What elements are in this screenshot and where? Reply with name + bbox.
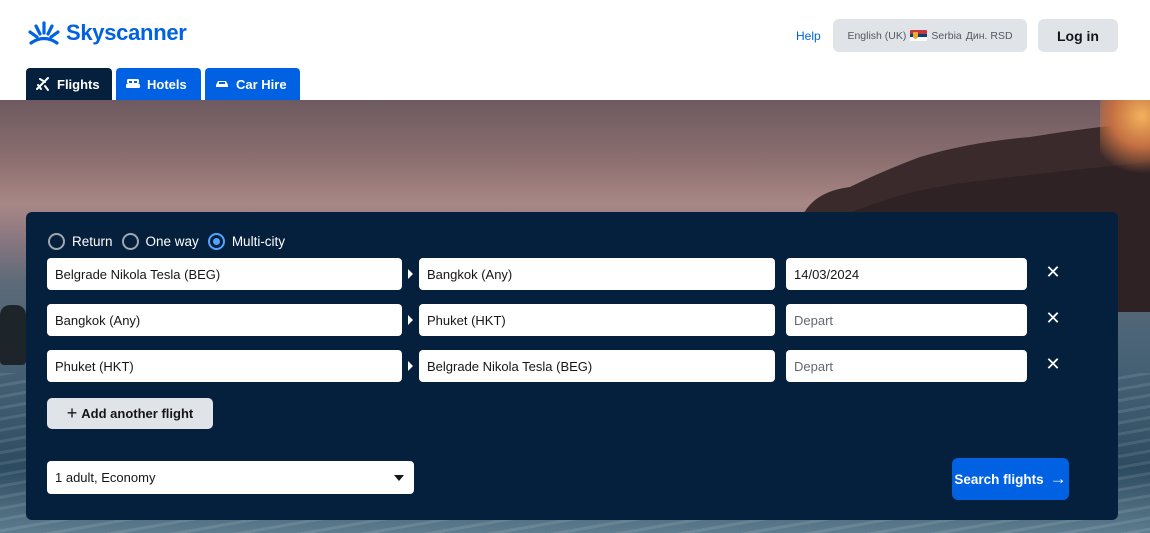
sun-glow bbox=[1100, 100, 1150, 180]
radio-label: Return bbox=[72, 234, 113, 249]
brand-name: Skyscanner bbox=[66, 20, 187, 45]
leg-2-direction-arrow-icon bbox=[408, 315, 413, 325]
travellers-cabin-select[interactable]: 1 adult, Economy bbox=[47, 461, 414, 494]
sunrise-logo-icon bbox=[28, 21, 60, 45]
leg-2-depart-input[interactable]: Depart bbox=[786, 304, 1027, 336]
tab-label: Hotels bbox=[147, 76, 187, 92]
tab-car-hire[interactable]: Car Hire bbox=[205, 68, 300, 100]
add-flight-label: Add another flight bbox=[81, 406, 194, 421]
leg-2-from-input[interactable]: Bangkok (Any) bbox=[47, 304, 402, 336]
flight-search-panel: Return One way Multi-city Belgrade Nikol… bbox=[26, 212, 1118, 520]
radio-return[interactable]: Return bbox=[48, 233, 113, 250]
radio-multi-city[interactable]: Multi-city bbox=[207, 233, 286, 250]
login-button[interactable]: Log in bbox=[1038, 19, 1118, 52]
leg-2-remove-close-icon[interactable]: ✕ bbox=[1043, 308, 1063, 328]
language-label: English (UK) bbox=[847, 29, 907, 42]
trip-type-selector: Return One way Multi-city bbox=[48, 233, 294, 250]
search-flights-button[interactable]: Search flights → bbox=[952, 458, 1069, 500]
leg-2-to-input[interactable]: Phuket (HKT) bbox=[419, 304, 775, 336]
leg-3-direction-arrow-icon bbox=[408, 361, 413, 371]
leg-1-from-input[interactable]: Belgrade Nikola Tesla (BEG) bbox=[47, 258, 402, 290]
locale-selector-button[interactable]: English (UK) Serbia Дин. RSD bbox=[833, 19, 1027, 52]
chevron-down-icon bbox=[394, 475, 404, 481]
tab-flights[interactable]: Flights bbox=[26, 68, 112, 100]
site-header: Skyscanner Help English (UK) Serbia Дин.… bbox=[0, 0, 1150, 100]
car-icon bbox=[216, 81, 228, 87]
leg-3-depart-input[interactable]: Depart bbox=[786, 350, 1027, 382]
radio-label: One way bbox=[145, 234, 199, 249]
serbia-flag-icon bbox=[910, 30, 928, 41]
leg-3-to-input[interactable]: Belgrade Nikola Tesla (BEG) bbox=[419, 350, 775, 382]
leg-3-remove-close-icon[interactable]: ✕ bbox=[1043, 354, 1063, 374]
leg-3-from-input[interactable]: Phuket (HKT) bbox=[47, 350, 402, 382]
tab-label: Flights bbox=[57, 76, 100, 92]
bed-icon bbox=[126, 79, 140, 88]
product-tabs: Flights Hotels Car Hire bbox=[26, 68, 300, 100]
skyscanner-logo[interactable]: Skyscanner bbox=[28, 20, 187, 46]
radio-one-way[interactable]: One way bbox=[121, 233, 199, 250]
leg-1-depart-input[interactable]: 14/03/2024 bbox=[786, 258, 1027, 290]
radio-circle-selected bbox=[207, 233, 225, 250]
currency-label: Дин. RSD bbox=[965, 29, 1013, 42]
plus-icon: + bbox=[66, 402, 78, 423]
leg-1-remove-close-icon[interactable]: ✕ bbox=[1043, 262, 1063, 282]
travellers-value: 1 adult, Economy bbox=[55, 470, 156, 485]
leg-1-direction-arrow-icon bbox=[408, 269, 413, 279]
radio-label: Multi-city bbox=[231, 234, 286, 249]
leg-1-to-input[interactable]: Bangkok (Any) bbox=[419, 258, 775, 290]
radio-circle bbox=[121, 233, 139, 250]
tab-hotels[interactable]: Hotels bbox=[116, 68, 201, 100]
search-label: Search flights bbox=[954, 471, 1044, 487]
help-link[interactable]: Help bbox=[796, 29, 821, 43]
add-another-flight-button[interactable]: + Add another flight bbox=[47, 398, 213, 429]
radio-circle bbox=[48, 233, 65, 250]
plane-icon bbox=[36, 77, 49, 91]
country-label: Serbia bbox=[931, 29, 962, 42]
arrow-right-icon: → bbox=[1049, 469, 1067, 488]
surfer-silhouette bbox=[0, 305, 26, 365]
tab-label: Car Hire bbox=[236, 76, 287, 92]
